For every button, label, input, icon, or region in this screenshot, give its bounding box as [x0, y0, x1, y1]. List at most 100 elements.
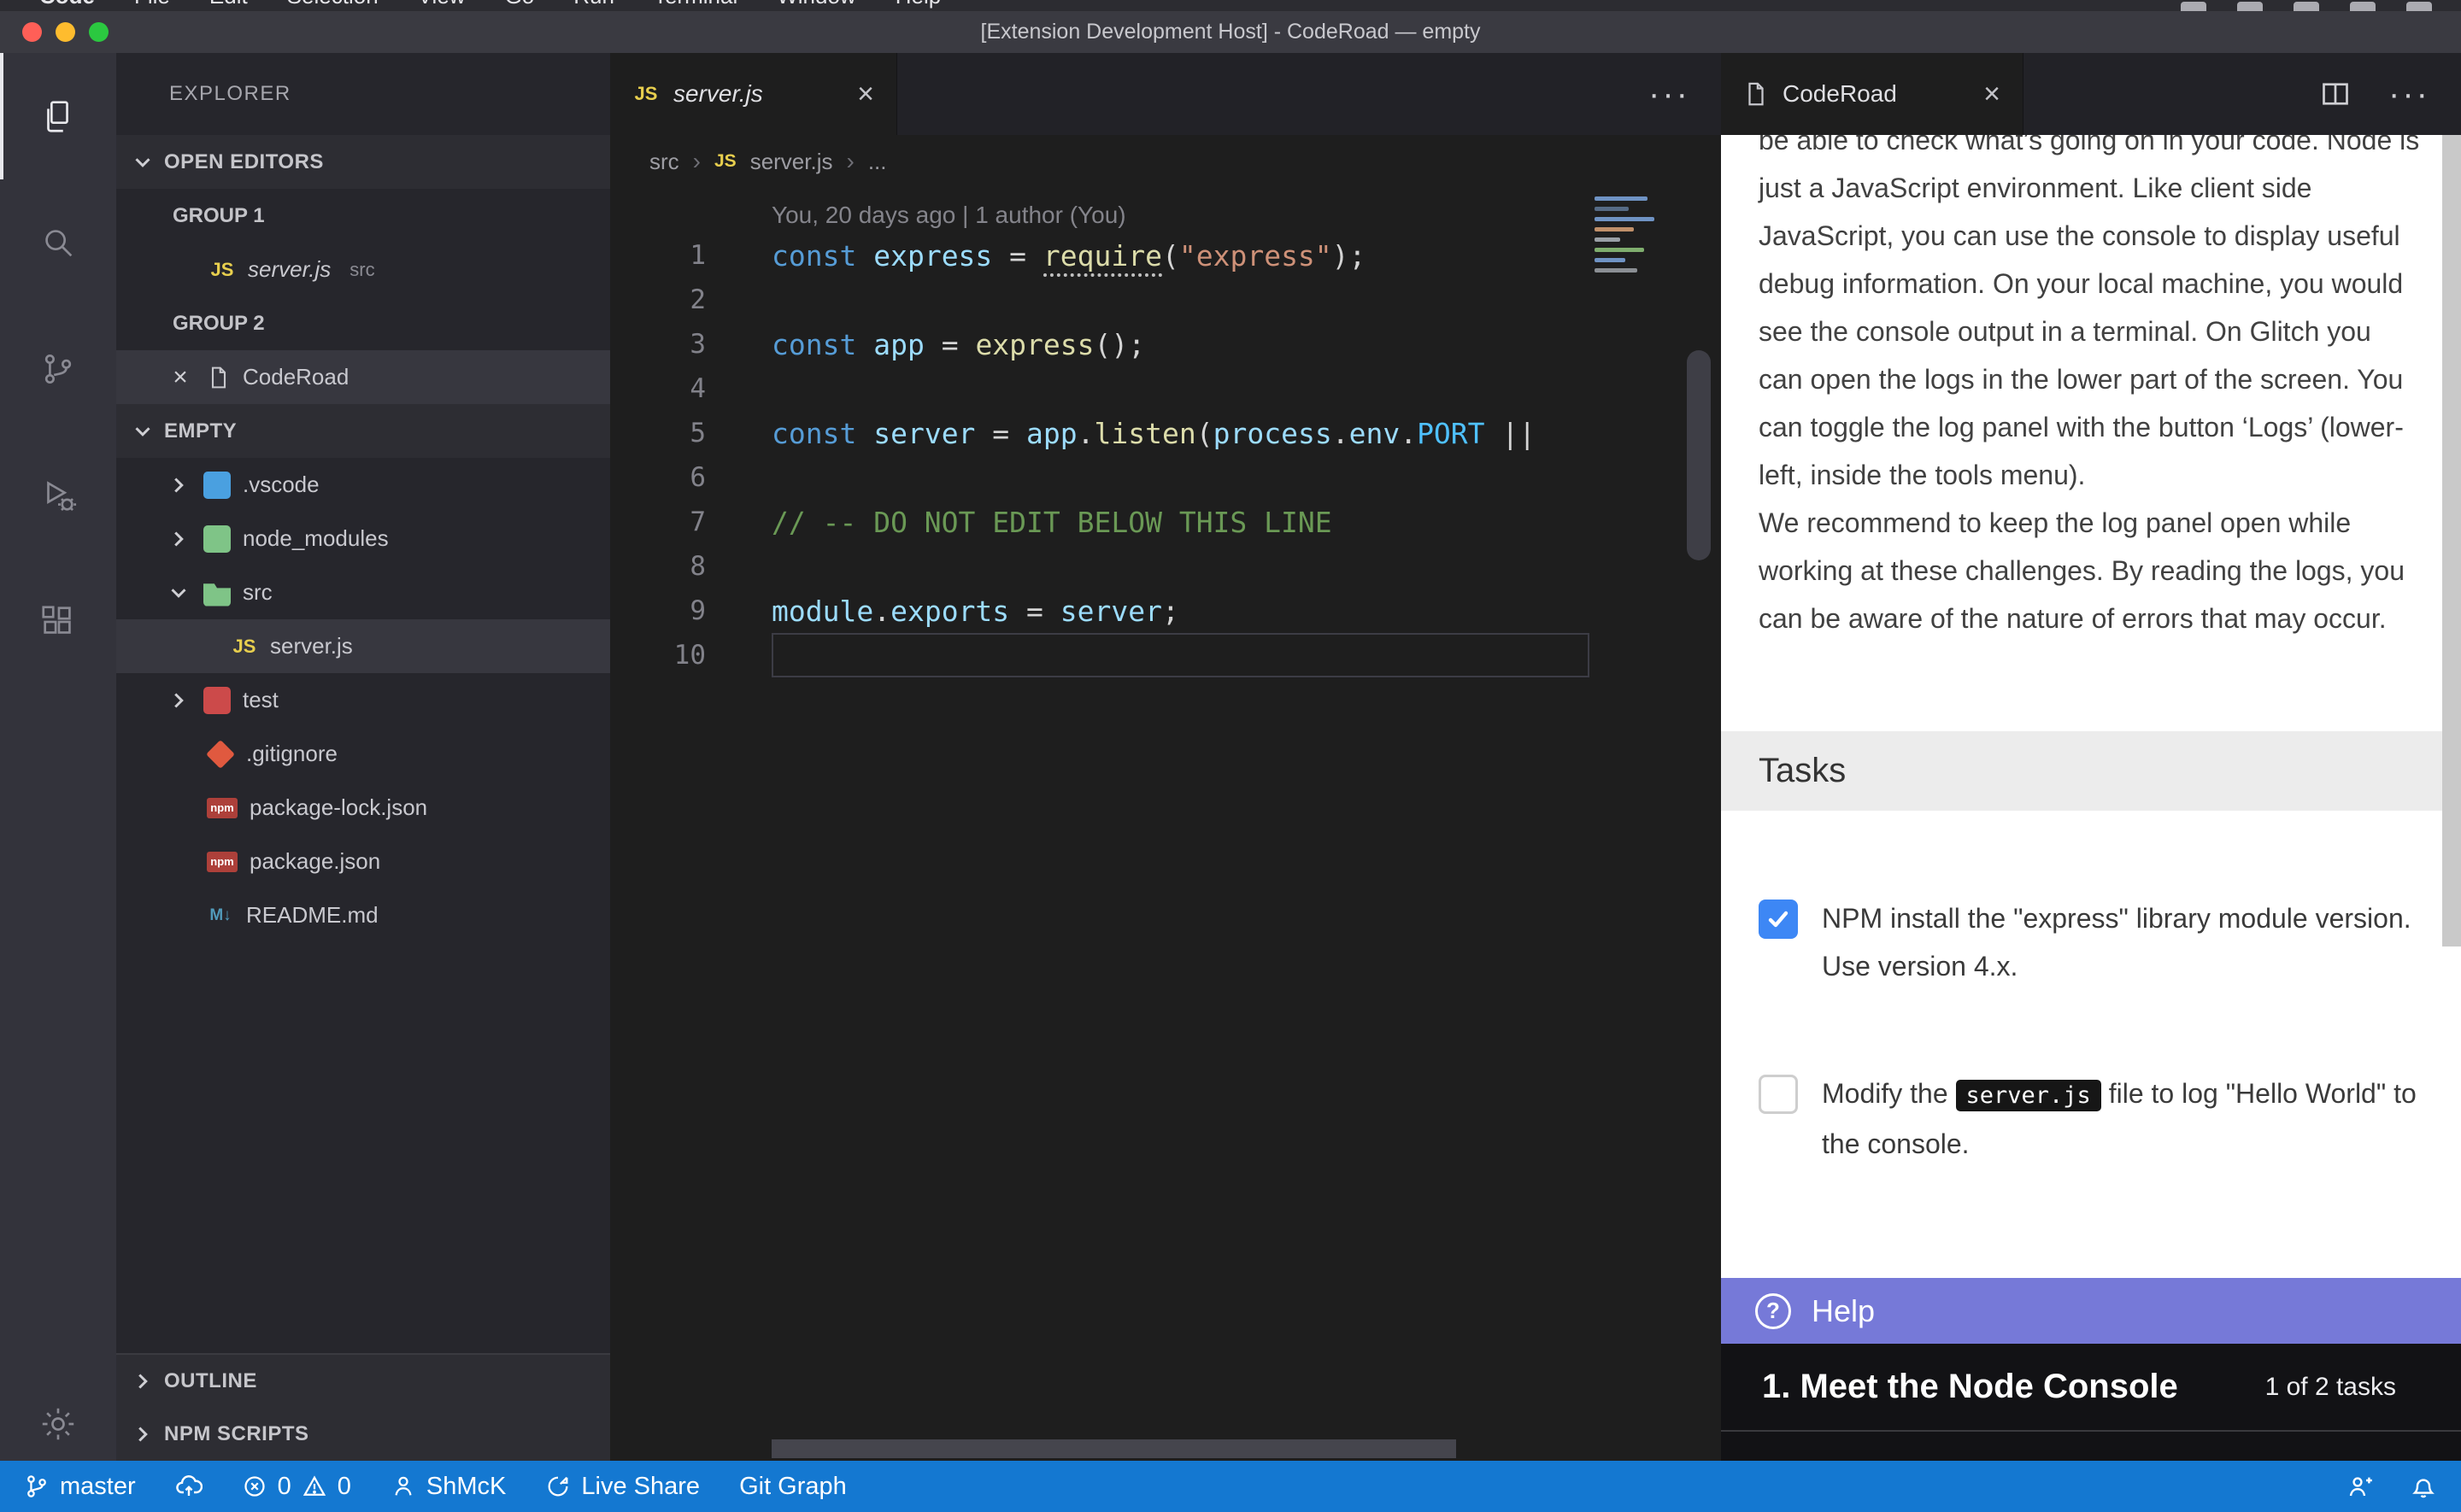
code-line[interactable]: 4: [610, 366, 1721, 411]
menu-item-go[interactable]: Go: [505, 0, 535, 10]
menubar-status-icons: [2181, 2, 2432, 11]
js-icon: JS: [231, 633, 258, 660]
tab-server-js[interactable]: JS server.js ×: [610, 53, 897, 135]
tree-item-server-js[interactable]: JS server.js: [116, 619, 610, 673]
section-label: OUTLINE: [164, 1369, 257, 1393]
code-lines: 1 const express = require("express"); 2 …: [610, 233, 1721, 677]
tree-item-src[interactable]: src: [116, 566, 610, 619]
minimap[interactable]: [1589, 191, 1666, 284]
section-empty-workspace[interactable]: EMPTY: [116, 404, 610, 458]
notifications-bell-icon[interactable]: [2410, 1473, 2437, 1500]
feedback-person-icon[interactable]: [2346, 1473, 2374, 1500]
menu-item-code[interactable]: Code: [39, 0, 95, 10]
section-outline[interactable]: OUTLINE: [116, 1353, 610, 1407]
menubar-icon[interactable]: [2237, 2, 2263, 11]
code-token: =: [1009, 595, 1060, 628]
search-icon[interactable]: [0, 179, 116, 306]
code-line[interactable]: 9 module.exports = server;: [610, 589, 1721, 633]
tree-item-gitignore[interactable]: .gitignore: [116, 727, 610, 781]
editor-scrollbar[interactable]: [1687, 350, 1711, 560]
tree-item-vscode[interactable]: .vscode: [116, 458, 610, 512]
menu-item-terminal[interactable]: Terminal: [654, 0, 737, 10]
code-line[interactable]: 5 const server = app.listen(process.env.…: [610, 411, 1721, 455]
menubar-icon[interactable]: [2181, 2, 2206, 11]
more-actions-icon[interactable]: ···: [2388, 77, 2430, 111]
section-npm-scripts[interactable]: NPM SCRIPTS: [116, 1407, 610, 1461]
window-title: [Extension Development Host] - CodeRoad …: [981, 20, 1481, 44]
task-text: NPM install the "express" library module…: [1822, 894, 2418, 990]
extensions-icon[interactable]: [0, 559, 116, 685]
menu-item-window[interactable]: Window: [777, 0, 855, 10]
tree-item-test[interactable]: test: [116, 673, 610, 727]
menu-item-edit[interactable]: Edit: [209, 0, 248, 10]
tree-item-package-json[interactable]: npm package.json: [116, 835, 610, 888]
code-token: .: [1332, 417, 1349, 450]
breadcrumb-server-js[interactable]: server.js: [750, 149, 833, 175]
line-number: 8: [610, 551, 706, 582]
minimize-window-button[interactable]: [56, 22, 75, 42]
code-line[interactable]: 2: [610, 278, 1721, 322]
menu-item-selection[interactable]: Selection: [287, 0, 379, 10]
user-item[interactable]: ShMcK: [391, 1473, 506, 1501]
lesson-text: be able to check what’s going on in your…: [1759, 135, 2420, 642]
tree-item-label: node_modules: [243, 525, 389, 552]
inline-code: server.js: [1956, 1080, 2101, 1111]
more-actions-icon[interactable]: ···: [1648, 77, 1690, 111]
breadcrumb-symbol[interactable]: ...: [868, 149, 887, 175]
close-icon[interactable]: ×: [857, 78, 874, 111]
menubar-icon[interactable]: [2406, 2, 2432, 11]
run-debug-icon[interactable]: [0, 432, 116, 559]
tree-item-readme-md[interactable]: M↓ README.md: [116, 888, 610, 942]
webview-scrollbar[interactable]: [2442, 135, 2461, 946]
close-icon[interactable]: ×: [1983, 78, 2000, 111]
code-editor[interactable]: You, 20 days ago | 1 author (You) 1 cons…: [610, 188, 1721, 1461]
sidebar-bottom-sections: OUTLINE NPM SCRIPTS: [116, 1353, 610, 1461]
tree-item-package-lock-json[interactable]: npm package-lock.json: [116, 781, 610, 835]
section-open-editors[interactable]: OPEN EDITORS: [116, 135, 610, 189]
section-label: NPM SCRIPTS: [164, 1422, 309, 1446]
close-window-button[interactable]: [22, 22, 42, 42]
code-line[interactable]: 8: [610, 544, 1721, 589]
macos-menu-bar: Code File Edit Selection View Go Run Ter…: [0, 0, 2461, 11]
help-section[interactable]: ? Help: [1721, 1278, 2461, 1344]
settings-gear-icon[interactable]: [38, 1404, 78, 1444]
menubar-icon[interactable]: [2294, 2, 2319, 11]
checkbox-unchecked[interactable]: [1759, 1075, 1798, 1114]
breadcrumb-src[interactable]: src: [649, 149, 679, 175]
menu-item-view[interactable]: View: [418, 0, 466, 10]
code-line[interactable]: 1 const express = require("express");: [610, 233, 1721, 278]
code-line[interactable]: 6: [610, 455, 1721, 500]
chevron-right-icon: [166, 526, 191, 552]
publish-item[interactable]: [175, 1473, 203, 1500]
code-token: =: [992, 239, 1043, 273]
line-number: 6: [610, 462, 706, 493]
menu-item-file[interactable]: File: [134, 0, 170, 10]
menu-item-help[interactable]: Help: [896, 0, 941, 10]
open-editor-coderoad[interactable]: × CodeRoad: [116, 350, 610, 404]
menu-item-run[interactable]: Run: [573, 0, 614, 10]
live-share-item[interactable]: Live Share: [545, 1473, 700, 1501]
git-branch-item[interactable]: master: [24, 1473, 136, 1501]
source-control-icon[interactable]: [0, 306, 116, 432]
code-token: app: [873, 328, 925, 361]
menubar-icon[interactable]: [2350, 2, 2376, 11]
code-line[interactable]: 7 // -- DO NOT EDIT BELOW THIS LINE: [610, 500, 1721, 544]
node-modules-icon: [203, 525, 231, 553]
horizontal-scrollbar[interactable]: [772, 1439, 1456, 1458]
chevron-down-icon: [130, 149, 156, 175]
code-token: .: [1400, 417, 1417, 450]
explorer-icon[interactable]: [0, 53, 116, 179]
problems-item[interactable]: 0 0: [242, 1473, 351, 1501]
close-icon[interactable]: ×: [166, 363, 195, 392]
code-text: const server = app.listen(process.env.PO…: [772, 417, 1536, 450]
split-editor-icon[interactable]: [2320, 79, 2351, 109]
git-graph-item[interactable]: Git Graph: [739, 1473, 847, 1501]
code-line[interactable]: 3 const app = express();: [610, 322, 1721, 366]
activity-bar: [0, 53, 116, 1461]
open-editor-server-js[interactable]: JS server.js src: [116, 243, 610, 296]
code-token: (: [1162, 239, 1179, 273]
tab-coderoad[interactable]: CodeRoad ×: [1721, 53, 2023, 135]
checkbox-checked[interactable]: [1759, 900, 1798, 939]
tree-item-node-modules[interactable]: node_modules: [116, 512, 610, 566]
zoom-window-button[interactable]: [89, 22, 109, 42]
